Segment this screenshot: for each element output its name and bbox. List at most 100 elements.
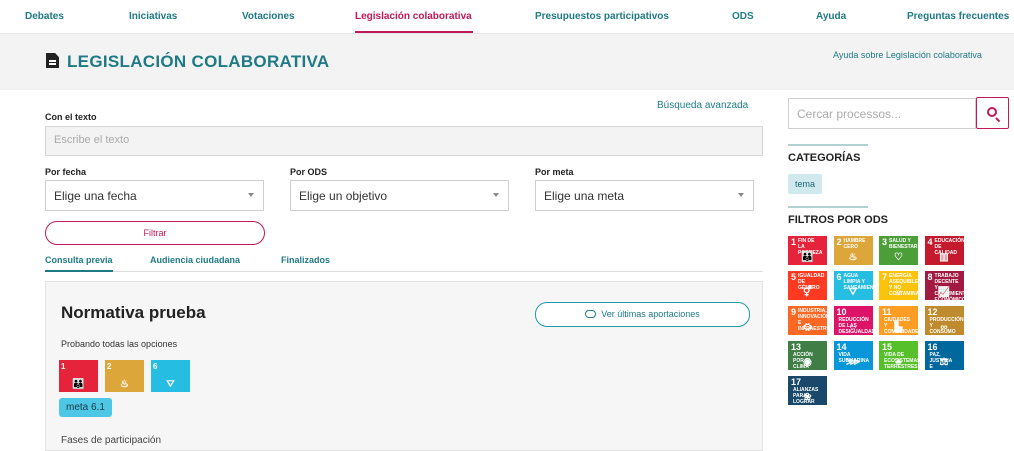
- filter-button[interactable]: Filtrar: [45, 221, 265, 245]
- tab-audiencia-ciudadana[interactable]: Audiencia ciudadana: [150, 255, 240, 265]
- view-contributions-button[interactable]: Ver últimas aportaciones: [535, 302, 750, 327]
- ods-label: Por ODS: [290, 167, 328, 177]
- ods-number: 7: [882, 272, 888, 282]
- view-contributions-label: Ver últimas aportaciones: [601, 309, 700, 319]
- ods-12-icon: ∞: [940, 322, 948, 333]
- nav-active-indicator: [355, 31, 473, 33]
- ods-number: 2: [836, 237, 842, 247]
- ods-3-icon: ♡: [894, 252, 903, 263]
- ods-2-badge[interactable]: 2 ♨: [105, 360, 144, 392]
- ods-number: 6: [153, 362, 158, 371]
- nav-preguntas-frecuentes[interactable]: Preguntas frecuentes: [907, 11, 1009, 22]
- ods-13-icon: ◉: [803, 357, 812, 368]
- ods-filter-2[interactable]: 2 HAMBRE CERO ♨: [833, 236, 873, 265]
- ods-filter-12[interactable]: 12PRODUCCIÓN Y CONSUMO RESPONSABLES∞: [924, 306, 964, 335]
- ods-1-icon: 👪: [801, 252, 814, 263]
- chat-icon: [585, 310, 597, 318]
- ods-filter-6[interactable]: 6AGUA LIMPIA Y SANEAMIENTO⛛: [833, 271, 873, 300]
- ods-2-icon: ♨: [120, 379, 129, 390]
- ods-14-icon: ⋙: [845, 357, 861, 368]
- ods-15-icon: ♣: [895, 357, 902, 368]
- page-title-text: LEGISLACIÓN COLABORATIVA: [67, 52, 330, 71]
- meta-badge[interactable]: meta 6.1: [59, 398, 112, 417]
- ods-filter-9[interactable]: 9INDUSTRIA, INNOVACIÓN E INFRAESTRUCTURA…: [788, 306, 827, 335]
- ods-16-icon: ⚖: [939, 357, 949, 368]
- ods-number: 14: [836, 342, 847, 352]
- ods-number: 11: [882, 307, 892, 317]
- process-card: Normativa prueba Ver últimas aportacione…: [45, 281, 763, 451]
- date-select-value: Elige una fecha: [54, 189, 137, 203]
- ods-number: 4: [927, 237, 933, 247]
- ods-11-icon: ▙: [894, 322, 903, 333]
- ods-select-value: Elige un objetivo: [299, 189, 388, 203]
- tab-consulta-previa[interactable]: Consulta previa: [45, 255, 113, 272]
- ods-number: 6: [836, 272, 842, 282]
- ods-number: 1: [61, 362, 66, 371]
- ods-number: 12: [927, 307, 938, 317]
- ods-1-icon: 👪: [72, 379, 85, 390]
- top-navigation: Debates Iniciativas Votaciones Legislaci…: [0, 0, 1014, 34]
- process-tabs: Consulta previa Audiencia ciudadana Fina…: [45, 255, 763, 272]
- date-select[interactable]: Elige una fecha: [45, 180, 264, 211]
- ods-number: 10: [836, 307, 847, 317]
- ods-number: 3: [882, 237, 888, 247]
- ods-6-icon: ⛛: [166, 379, 175, 390]
- search-icon: [987, 107, 997, 117]
- ods-filter-15[interactable]: 15VIDA DE ECOSISTEMAS TERRESTRES ♣: [879, 341, 918, 370]
- search-button[interactable]: [976, 97, 1009, 129]
- ods-label: SALUD Y BIENESTAR: [889, 238, 918, 250]
- process-title[interactable]: Normativa prueba: [61, 303, 206, 323]
- ods-filter-11[interactable]: 11CIUDADES Y COMUNIDADES SOSTENIBLES▙: [879, 306, 918, 335]
- ods-number: 17: [791, 377, 802, 387]
- ods-filters-title: FILTROS POR ODS: [788, 206, 889, 226]
- ods-number: 9: [791, 307, 797, 317]
- ods-10-icon: ⇔: [848, 322, 858, 333]
- ods-filter-4[interactable]: 4 EDUCACIÓN DE CALIDAD ▥: [924, 236, 964, 265]
- meta-select-value: Elige una meta: [544, 189, 625, 203]
- ods-filter-1[interactable]: 1 FIN DE LA POBREZA 👪: [788, 236, 827, 265]
- ods-8-icon: 📈: [937, 287, 951, 298]
- ods-2-icon: ♨: [848, 252, 858, 263]
- advanced-search-link[interactable]: Búsqueda avanzada: [657, 100, 748, 111]
- ods-filter-17[interactable]: 17ALIANZAS PARA LOGRAR LOS OBJETIVOS❀: [788, 376, 827, 405]
- ods-filter-10[interactable]: 10REDUCCIÓN DE LAS DESIGUALDADES⇔: [833, 306, 873, 335]
- ods-filter-5[interactable]: 5 IGUALDAD DE GÉNERO ⚥: [788, 271, 827, 300]
- ods-7-icon: ☼: [893, 287, 904, 298]
- ods-filter-13[interactable]: 13ACCIÓN POR EL CLIMA ◉: [788, 341, 827, 370]
- ods-filter-8[interactable]: 8TRABAJO DECENTE Y CRECIMIENTO ECONÓMICO…: [924, 271, 964, 300]
- tab-finalizados[interactable]: Finalizados: [281, 255, 330, 265]
- ods-filter-3[interactable]: 3 SALUD Y BIENESTAR ♡: [879, 236, 918, 265]
- meta-select[interactable]: Elige una meta: [535, 180, 754, 211]
- categories-title: CATEGORÍAS: [788, 144, 868, 164]
- chevron-down-icon: [248, 193, 254, 197]
- ods-1-badge[interactable]: 1 👪: [59, 360, 98, 392]
- nav-legislacion-colaborativa[interactable]: Legislación colaborativa: [355, 11, 472, 22]
- ods-number: 15: [882, 342, 893, 352]
- ods-filter-14[interactable]: 14VIDA SUBMARINA ⋙: [833, 341, 873, 370]
- nav-presupuestos-participativos[interactable]: Presupuestos participativos: [535, 11, 669, 22]
- phases-label: Fases de participación: [61, 435, 162, 446]
- ods-6-badge[interactable]: 6 ⛛: [151, 360, 190, 392]
- ods-9-icon: ⛭: [803, 322, 812, 333]
- meta-label: Por meta: [535, 167, 574, 177]
- page-title: LEGISLACIÓN COLABORATIVA: [46, 52, 330, 72]
- nav-ayuda[interactable]: Ayuda: [816, 11, 846, 22]
- ods-number: 13: [791, 342, 802, 352]
- text-search-input[interactable]: Escribe el texto: [45, 126, 763, 156]
- chevron-down-icon: [738, 193, 744, 197]
- nav-iniciativas[interactable]: Iniciativas: [129, 11, 177, 22]
- ods-filter-7[interactable]: 7ENERGÍA ASEQUIBLE Y NO CONTAMINANTE☼: [879, 271, 918, 300]
- chevron-down-icon: [493, 193, 499, 197]
- help-link[interactable]: Ayuda sobre Legislación colaborativa: [833, 50, 982, 60]
- ods-filter-16[interactable]: 16PAZ, JUSTICIA E INSTITUCIONES SÓLIDAS⚖: [924, 341, 964, 370]
- nav-debates[interactable]: Debates: [25, 11, 64, 22]
- process-search-input[interactable]: Cercar processos...: [788, 98, 976, 129]
- ods-select[interactable]: Elige un objetivo: [290, 180, 509, 211]
- process-description: Probando todas las opciones: [61, 339, 178, 349]
- nav-ods[interactable]: ODS: [732, 11, 754, 22]
- date-label: Por fecha: [45, 167, 87, 177]
- nav-votaciones[interactable]: Votaciones: [242, 11, 295, 22]
- category-tag[interactable]: tema: [788, 174, 823, 194]
- ods-number: 8: [927, 272, 933, 282]
- ods-number: 5: [791, 272, 797, 282]
